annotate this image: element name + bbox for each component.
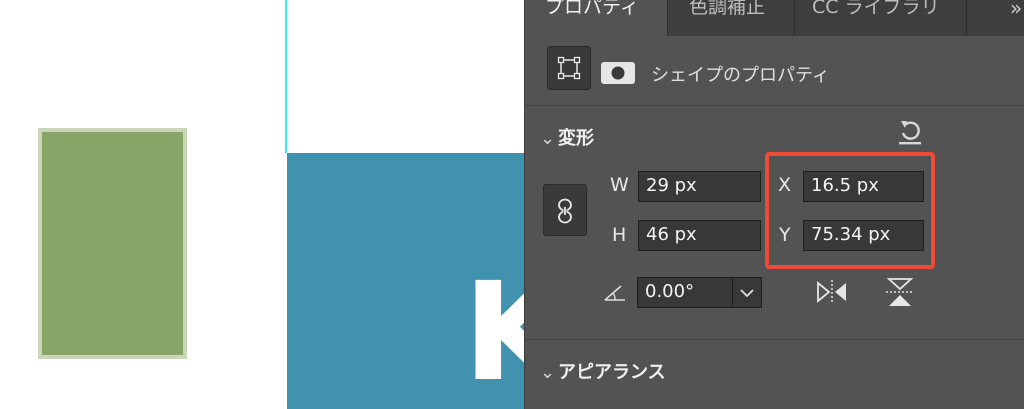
tab-cc-libraries-label: CC ライブラリ: [812, 0, 940, 18]
bounding-box-icon: [557, 56, 581, 80]
highlight-box: [765, 152, 935, 269]
angle-dropdown[interactable]: [732, 277, 762, 308]
properties-panel: プロパティ 色調補正 CC ライブラリ » シェイプのプロパティ ⌄ 変形 W …: [524, 0, 1024, 409]
width-label: W: [610, 174, 629, 196]
green-rectangle-shape[interactable]: [38, 128, 187, 359]
transform-section-header[interactable]: ⌄ 変形: [540, 124, 594, 150]
chevron-down-icon: ⌄: [540, 362, 556, 383]
flip-horizontal-icon[interactable]: [815, 278, 849, 306]
reset-transform-icon[interactable]: [897, 119, 923, 145]
shape-properties-title: シェイプのプロパティ: [651, 65, 830, 86]
angle-field[interactable]: 0.00°: [637, 277, 733, 308]
width-field[interactable]: 29 px: [638, 171, 761, 202]
guide-line: [285, 0, 287, 153]
link-icon: [558, 198, 572, 224]
chevron-down-icon: [740, 289, 754, 298]
chevron-down-icon: ⌄: [540, 128, 556, 149]
tab-cc-libraries[interactable]: CC ライブラリ: [795, 0, 967, 36]
appearance-section-header[interactable]: ⌄ アピアランス: [540, 358, 666, 384]
height-label: H: [612, 224, 627, 246]
transform-title: 変形: [558, 128, 594, 149]
flip-vertical-icon[interactable]: [885, 276, 915, 308]
section-divider: [525, 339, 1024, 340]
blue-artboard[interactable]: K: [287, 153, 524, 409]
link-dimensions-button[interactable]: [543, 184, 587, 236]
height-field[interactable]: 46 px: [638, 220, 761, 251]
shape-properties-button[interactable]: [547, 46, 591, 90]
canvas-area[interactable]: K: [0, 0, 524, 409]
artboard-text: K: [463, 254, 524, 409]
appearance-title: アピアランス: [558, 362, 666, 383]
tab-properties-label: プロパティ: [545, 0, 639, 18]
shape-properties-header: シェイプのプロパティ: [525, 36, 1024, 106]
angle-icon: [604, 285, 625, 301]
tab-properties[interactable]: プロパティ: [525, 0, 668, 36]
tab-adjustments[interactable]: 色調補正: [668, 0, 795, 36]
tab-adjustments-label: 色調補正: [689, 0, 766, 18]
panel-tab-bar: プロパティ 色調補正 CC ライブラリ »: [525, 0, 1024, 36]
more-tabs-icon[interactable]: »: [1010, 0, 1023, 20]
mask-icon[interactable]: [601, 62, 635, 84]
